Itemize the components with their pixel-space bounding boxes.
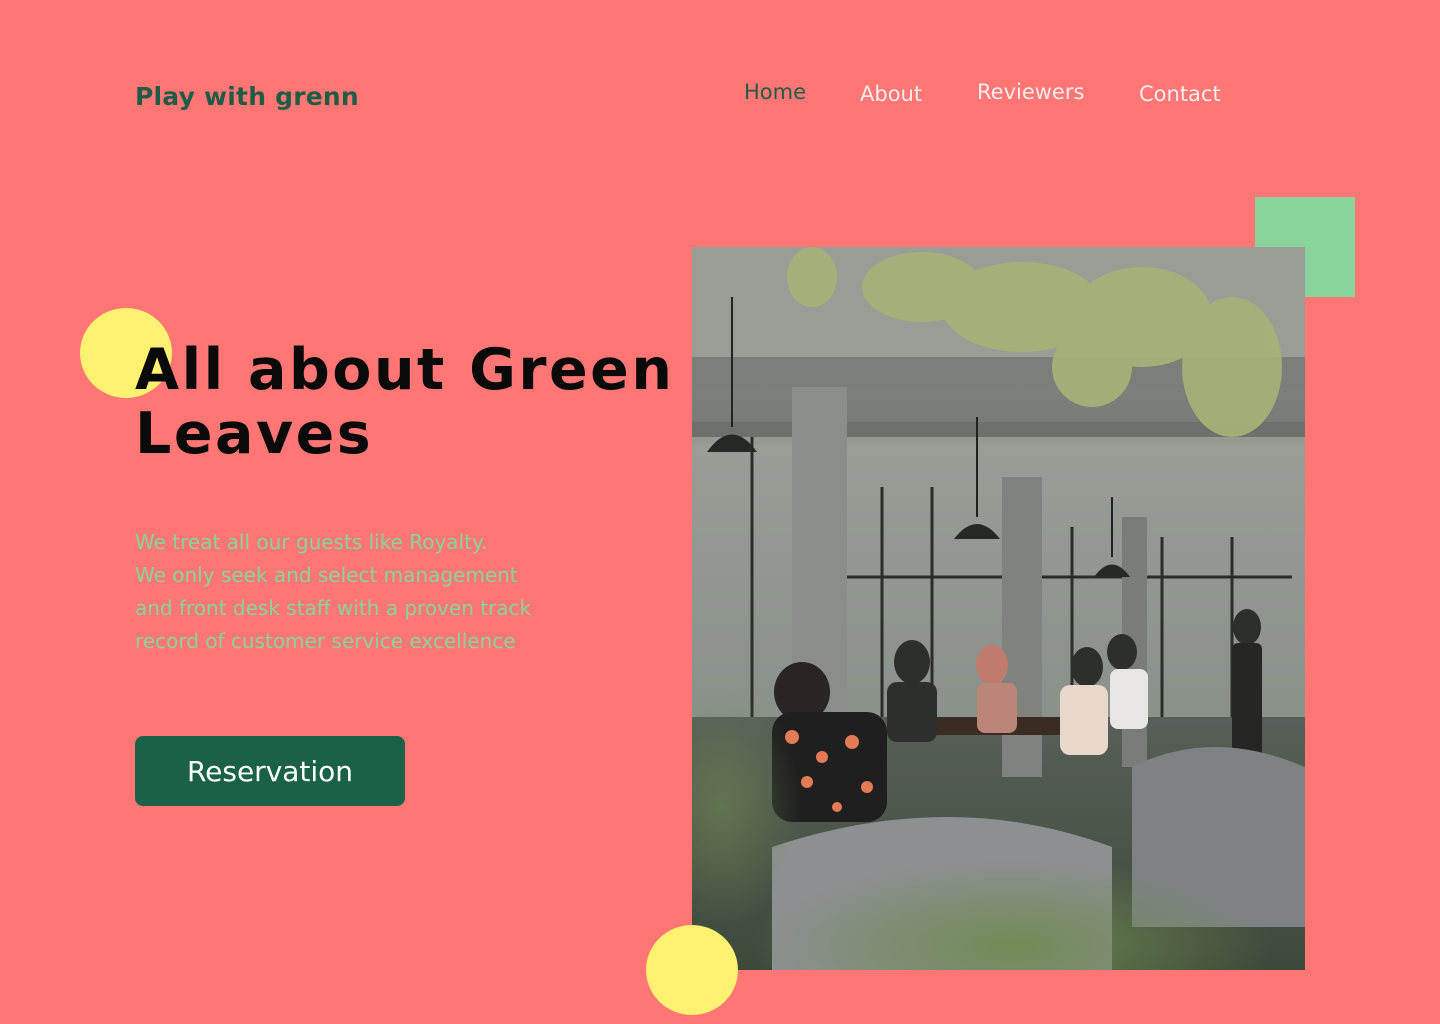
hero-headline: All about Green Leaves: [135, 337, 675, 467]
nav-item-contact[interactable]: Contact: [1139, 82, 1221, 106]
hero-description-line: We only seek and select management: [135, 563, 518, 587]
hero-description-line: record of customer service excellence: [135, 629, 516, 653]
hero-description: We treat all our guests like Royalty. We…: [135, 526, 605, 658]
nav-item-home[interactable]: Home: [744, 80, 806, 104]
reservation-button[interactable]: Reservation: [135, 736, 405, 806]
landing-page: Play with grenn Home About Reviewers Con…: [0, 0, 1440, 1024]
brand-logo[interactable]: Play with grenn: [135, 82, 359, 111]
hero-photo: [692, 247, 1305, 970]
nav-item-reviewers[interactable]: Reviewers: [977, 80, 1084, 104]
cafe-interior-image: [692, 247, 1305, 970]
hero-description-line: and front desk staff with a proven track: [135, 596, 532, 620]
decor-yellow-circle-bottom: [646, 925, 738, 1015]
nav-item-about[interactable]: About: [860, 82, 922, 106]
hero-description-line: We treat all our guests like Royalty.: [135, 530, 488, 554]
